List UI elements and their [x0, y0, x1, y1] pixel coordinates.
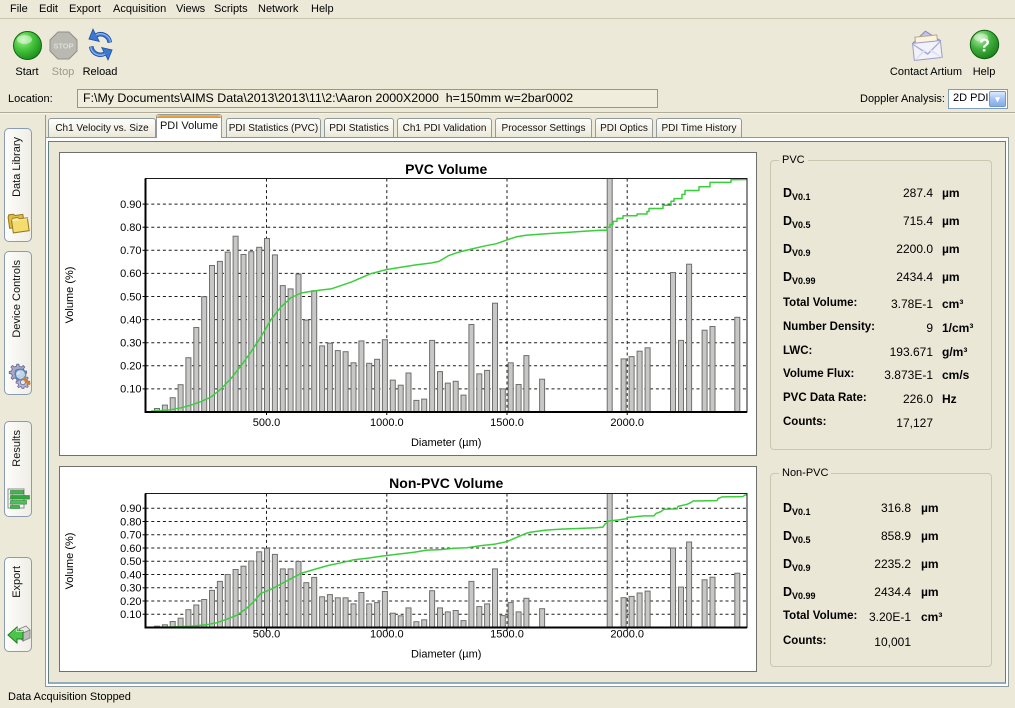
svg-text:0.30: 0.30 — [120, 338, 141, 350]
svg-text:0.10: 0.10 — [120, 609, 141, 621]
svg-text:0.40: 0.40 — [120, 314, 141, 326]
svg-text:Volume (%): Volume (%) — [64, 267, 76, 324]
svg-text:0.70: 0.70 — [120, 245, 141, 257]
svg-text:1500.0: 1500.0 — [490, 417, 524, 429]
svg-text:0.50: 0.50 — [120, 291, 141, 303]
svg-text:0.50: 0.50 — [120, 556, 141, 568]
svg-text:0.60: 0.60 — [120, 268, 141, 280]
svg-text:0.40: 0.40 — [120, 569, 141, 581]
svg-text:0.20: 0.20 — [120, 361, 141, 373]
svg-text:0.80: 0.80 — [120, 516, 141, 528]
svg-text:0.90: 0.90 — [120, 199, 141, 211]
svg-text:0.70: 0.70 — [120, 530, 141, 542]
svg-text:0.10: 0.10 — [120, 384, 141, 396]
svg-text:STOP: STOP — [53, 42, 73, 51]
svg-text:500.0: 500.0 — [253, 417, 281, 429]
svg-text:0.60: 0.60 — [120, 543, 141, 555]
svg-text:1000.0: 1000.0 — [370, 417, 404, 429]
svg-text:Volume (%): Volume (%) — [64, 533, 76, 590]
svg-text:Diameter (µm): Diameter (µm) — [411, 649, 482, 661]
svg-text:2000.0: 2000.0 — [610, 417, 644, 429]
svg-text:0.90: 0.90 — [120, 503, 141, 515]
svg-text:0.80: 0.80 — [120, 222, 141, 234]
svg-text:Non-PVC Volume: Non-PVC Volume — [389, 475, 503, 491]
svg-text:PVC Volume: PVC Volume — [405, 161, 487, 177]
svg-text:0.30: 0.30 — [120, 583, 141, 595]
svg-text:Diameter (µm): Diameter (µm) — [411, 437, 482, 449]
svg-text:?: ? — [979, 36, 990, 56]
svg-text:0.20: 0.20 — [120, 596, 141, 608]
